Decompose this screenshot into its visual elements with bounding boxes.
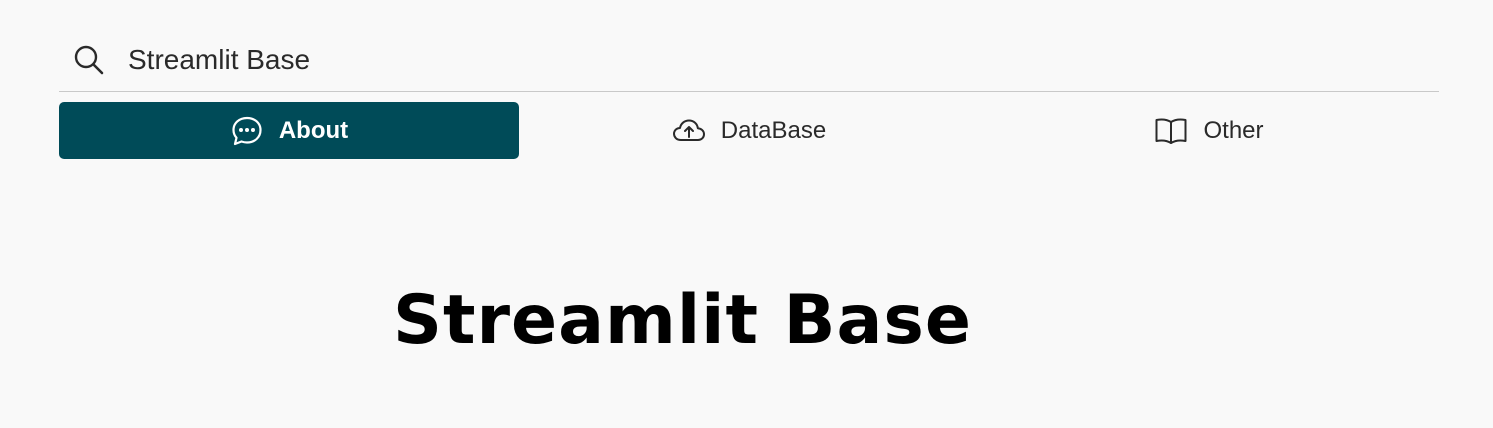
option-menu: Streamlit Base About DataBase Other [59, 0, 1439, 159]
menu-header: Streamlit Base [59, 0, 1439, 92]
tab-label: About [278, 116, 349, 144]
page-title: Streamlit Base [393, 281, 972, 360]
cloud-upload-icon [672, 114, 706, 148]
menu-title: Streamlit Base [128, 43, 311, 75]
app-root: Streamlit Base About DataBase Other Stre… [0, 0, 1493, 428]
menu-tabs: About DataBase Other [59, 102, 1439, 159]
search-icon [71, 42, 107, 78]
tab-label: DataBase [720, 116, 827, 144]
tab-about[interactable]: About [59, 102, 519, 159]
chat-dots-icon [230, 114, 264, 148]
tab-database[interactable]: DataBase [519, 102, 979, 159]
book-icon [1154, 114, 1188, 148]
tab-other[interactable]: Other [979, 102, 1439, 159]
tab-label: Other [1203, 116, 1264, 144]
